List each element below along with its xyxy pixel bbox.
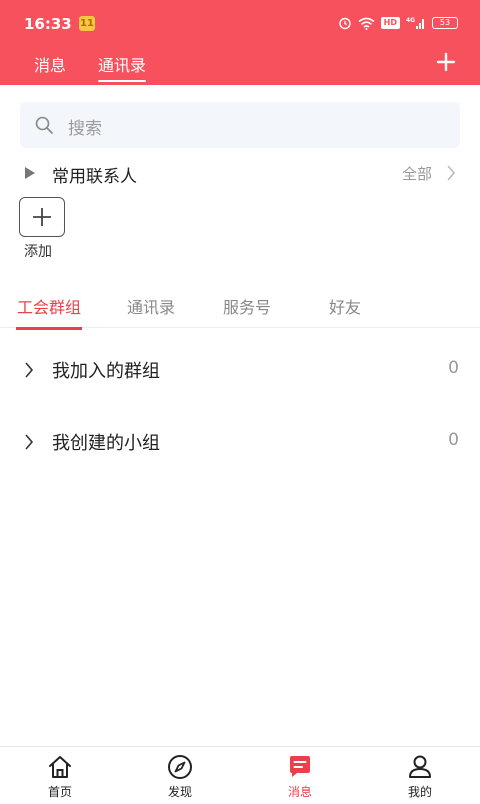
svg-text:4G: 4G: [406, 17, 415, 24]
nav-profile-label: 我的: [407, 785, 432, 799]
search-input[interactable]: 搜索: [20, 102, 460, 148]
chevron-right-icon: [25, 434, 34, 450]
nav-messages-label: 消息: [287, 785, 312, 799]
add-contact-label: 添加: [24, 244, 52, 260]
joined-groups-label: 我加入的群组: [52, 361, 160, 382]
message-icon: [290, 756, 310, 777]
plus-icon: [33, 208, 51, 226]
add-contact-button[interactable]: [19, 197, 65, 237]
home-icon: [49, 756, 71, 778]
search-icon: [35, 116, 53, 134]
chevron-right-icon: [25, 362, 34, 378]
wifi-icon: [358, 17, 375, 30]
top-tabs: 消息 通讯录: [0, 46, 480, 85]
tab-friends[interactable]: 好友: [329, 294, 361, 318]
status-icons: HD 4G 53: [338, 14, 458, 32]
contact-sub-tabs: 工会群组 通讯录 服务号 好友: [0, 286, 480, 330]
nav-discover[interactable]: 发现: [120, 747, 240, 804]
tab-contacts[interactable]: 通讯录: [98, 52, 147, 82]
status-time: 16:33: [24, 15, 72, 33]
nav-home-label: 首页: [47, 785, 72, 799]
status-bar: 16:33 11 HD 4G 53: [0, 0, 480, 46]
created-groups-count: 0: [448, 430, 459, 450]
triangle-right-icon: [25, 167, 35, 179]
notification-badge: 11: [79, 16, 95, 31]
nav-discover-label: 发现: [167, 785, 192, 799]
add-icon[interactable]: [436, 52, 456, 72]
chevron-right-icon: [447, 165, 456, 181]
search-placeholder: 搜索: [68, 119, 102, 139]
created-groups-label: 我创建的小组: [52, 433, 160, 454]
joined-groups-count: 0: [448, 358, 459, 378]
app-header: 16:33 11 HD 4G 53 消息 通讯录: [0, 0, 480, 85]
tab-service-accounts[interactable]: 服务号: [223, 294, 271, 318]
bottom-nav: 首页 发现 消息 我的: [0, 746, 480, 803]
frequent-contacts-header[interactable]: 常用联系人 全部: [0, 156, 480, 192]
battery-indicator: 53: [432, 17, 458, 29]
nav-profile[interactable]: 我的: [360, 747, 480, 804]
nav-home[interactable]: 首页: [0, 747, 120, 804]
tab-messages[interactable]: 消息: [34, 52, 66, 76]
tab-directory[interactable]: 通讯录: [127, 294, 175, 318]
alarm-icon: [338, 17, 351, 30]
view-all-link[interactable]: 全部: [402, 163, 432, 184]
nav-messages[interactable]: 消息: [240, 747, 360, 804]
hd-badge: HD: [380, 17, 400, 29]
created-groups-row[interactable]: 我创建的小组 0: [0, 422, 480, 462]
frequent-contacts-title: 常用联系人: [52, 167, 137, 187]
compass-icon: [168, 755, 192, 779]
joined-groups-row[interactable]: 我加入的群组 0: [0, 350, 480, 390]
tab-union-groups[interactable]: 工会群组: [15, 294, 83, 330]
signal-icon: 4G: [406, 17, 424, 29]
person-icon: [409, 755, 431, 778]
